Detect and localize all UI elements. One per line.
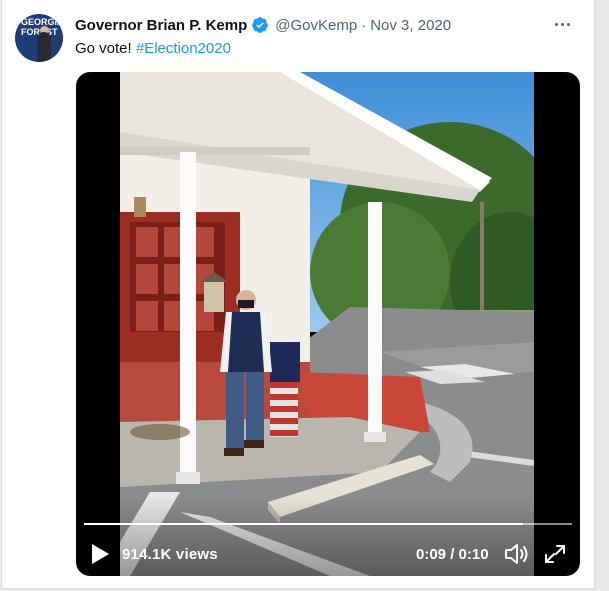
volume-icon[interactable]: [504, 542, 530, 566]
author-name[interactable]: Governor Brian P. Kemp: [75, 17, 247, 34]
progress-fill: [84, 523, 524, 525]
tweet-text-body: Go vote!: [75, 40, 136, 57]
more-dot: [560, 22, 564, 26]
video-time: 0:09 / 0:10: [416, 546, 489, 563]
tweet-date[interactable]: Nov 3, 2020: [370, 17, 451, 34]
more-dot: [566, 22, 570, 26]
fullscreen-icon[interactable]: [544, 544, 566, 564]
progress-bar[interactable]: [84, 523, 572, 525]
verified-badge-icon: [252, 17, 269, 33]
author-handle[interactable]: @GovKemp: [275, 17, 357, 34]
play-icon[interactable]: [90, 543, 110, 565]
more-dot: [554, 22, 558, 26]
tweet-text: Go vote! #Election2020: [75, 40, 231, 57]
video-player[interactable]: 914.1K views 0:09 / 0:10: [76, 72, 580, 576]
hashtag-link[interactable]: #Election2020: [136, 40, 231, 57]
separator-dot: ·: [361, 16, 367, 34]
more-options-icon[interactable]: [550, 12, 574, 36]
avatar-ring: [15, 14, 63, 62]
tweet-card[interactable]: GEORGIA FOREST Governor Brian P. Kemp @G…: [1, 0, 595, 589]
tweet-header: Governor Brian P. Kemp @GovKemp · Nov 3,…: [75, 14, 451, 36]
avatar[interactable]: GEORGIA FOREST: [15, 14, 63, 62]
view-count: 914.1K views: [122, 546, 218, 563]
